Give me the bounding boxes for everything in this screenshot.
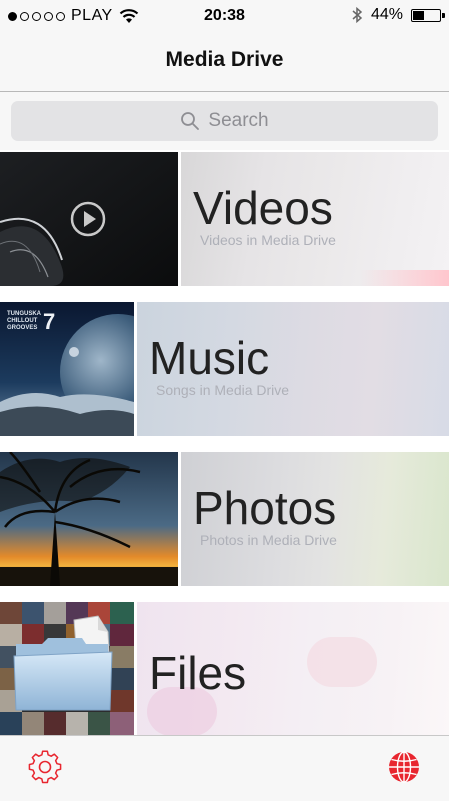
search-bar: Search [0,92,449,150]
navigation-bar: Media Drive [0,32,449,92]
videos-subtitle: Videos in Media Drive [200,232,336,248]
music-album-art: TUNGUSKA CHILLOUT GROOVES 7 [0,302,134,436]
folder-icon [13,615,113,711]
music-subtitle: Songs in Media Drive [156,382,290,398]
search-placeholder: Search [208,110,269,131]
battery-icon [411,8,445,22]
status-bar: PLAY 20:38 44% [0,0,449,32]
bluetooth-icon [352,6,363,24]
tab-bar [0,735,449,801]
album-number: 7 [43,309,56,334]
category-row-music[interactable]: TUNGUSKA CHILLOUT GROOVES 7 Music Songs … [0,302,449,436]
files-thumbnail [0,602,134,736]
videos-title: Videos [193,182,333,234]
play-icon [70,201,106,237]
page-title: Media Drive [165,48,284,71]
music-title: Music [149,332,270,384]
search-icon [181,112,200,130]
battery-percent: 44% [370,6,403,23]
category-row-files[interactable]: Files [0,602,449,736]
category-row-videos[interactable]: Videos Videos in Media Drive [0,152,449,286]
album-text: TUNGUSKA CHILLOUT GROOVES [7,311,41,331]
search-input[interactable]: Search [11,101,438,141]
photos-thumbnail [0,452,178,586]
globe-icon[interactable] [387,750,421,784]
videos-thumbnail [0,152,178,286]
status-right: 44% [351,6,445,24]
photos-subtitle: Photos in Media Drive [200,532,337,548]
gear-icon[interactable] [28,750,62,784]
category-row-photos[interactable]: Photos Photos in Media Drive [0,452,449,586]
files-title: Files [149,647,247,699]
photos-title: Photos [193,482,337,534]
